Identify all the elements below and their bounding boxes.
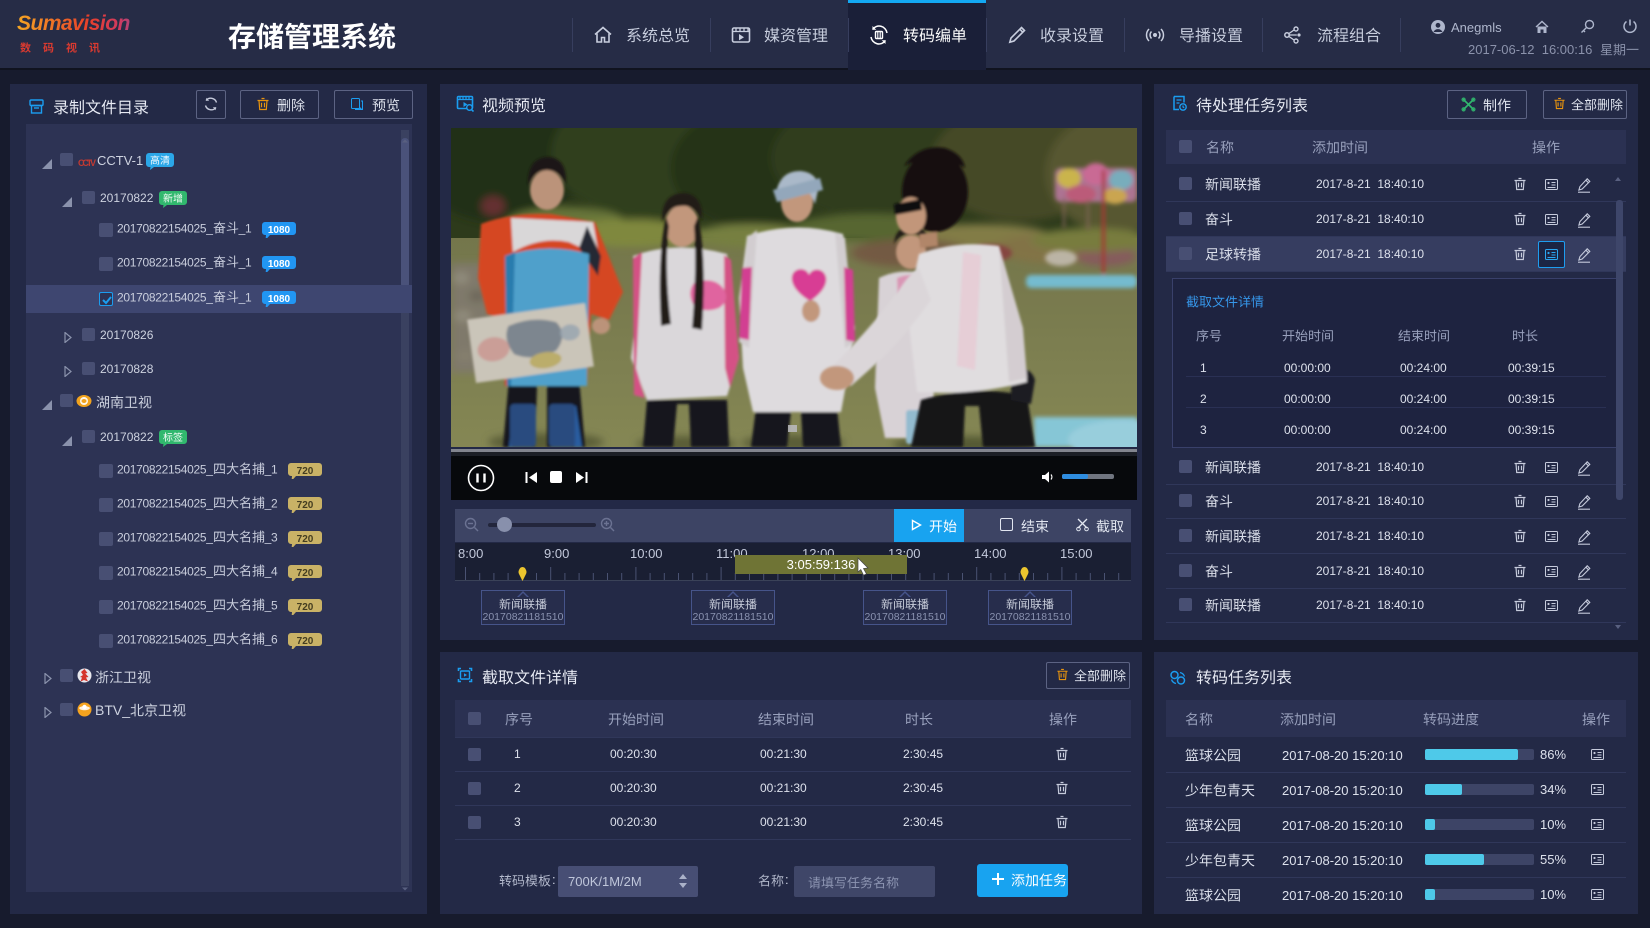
- svg-text:1080: 1080: [268, 225, 291, 236]
- svg-text:720: 720: [297, 636, 314, 647]
- svg-text:1080: 1080: [268, 294, 291, 305]
- svg-text:720: 720: [297, 568, 314, 579]
- svg-text:720: 720: [297, 466, 314, 477]
- svg-text:1080: 1080: [268, 259, 291, 270]
- svg-text:720: 720: [297, 602, 314, 613]
- svg-text:CCTV: CCTV: [78, 158, 96, 168]
- svg-text:720: 720: [297, 500, 314, 511]
- svg-text:720: 720: [297, 534, 314, 545]
